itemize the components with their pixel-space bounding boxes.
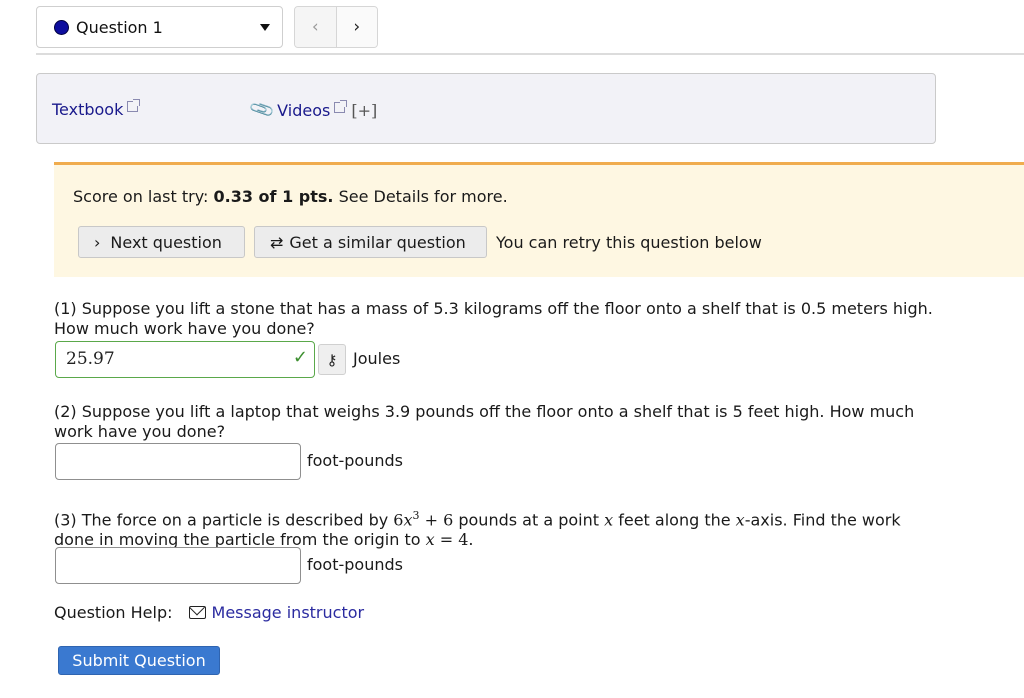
question-2-unit: foot-pounds <box>307 451 403 470</box>
score-text: Score on last try: 0.33 of 1 pts. See De… <box>73 187 508 206</box>
external-link-icon <box>334 99 348 113</box>
question-3-text: (3) The force on a particle is described… <box>54 506 934 550</box>
question-help: Question Help: Message instructor <box>54 603 364 622</box>
score-suffix: See Details for more. <box>333 187 508 206</box>
next-question-button[interactable]: › Next question <box>78 226 245 258</box>
resources-panel: Textbook 📎 Videos [+] <box>36 73 936 144</box>
question-3-answer-input[interactable] <box>55 547 301 584</box>
refresh-icon: ⇄ <box>270 232 284 252</box>
submit-question-button[interactable]: Submit Question <box>58 646 220 675</box>
paperclip-icon: 📎 <box>248 96 277 124</box>
checkmark-icon: ✓ <box>292 347 308 368</box>
next-question-arrow-button[interactable]: › <box>336 7 377 47</box>
q3-var-axis: x <box>735 510 745 530</box>
chevron-right-icon: › <box>353 17 361 37</box>
q3-expr-rest: + 6 <box>419 510 454 530</box>
textbook-link[interactable]: Textbook <box>52 99 141 119</box>
external-link-icon <box>127 99 141 112</box>
question-select[interactable]: Question 1 <box>36 6 283 48</box>
question-select-label: Question 1 <box>76 17 163 37</box>
q3-expr-coef: 6 <box>393 510 404 530</box>
next-question-label: Next question <box>110 232 222 252</box>
q3-var-eq: x <box>425 530 435 550</box>
question-3-unit: foot-pounds <box>307 555 403 574</box>
q3-eq: = 4. <box>434 530 474 550</box>
score-prefix: Score on last try: <box>73 187 214 206</box>
q3-text-c: feet along the <box>613 510 736 530</box>
q3-text-b: pounds at a point <box>453 510 605 530</box>
chevron-left-icon: ‹ <box>311 17 319 37</box>
question-1-answer-input[interactable]: 25.97 ✓ <box>55 341 315 378</box>
answer-value: 25.97 <box>66 349 115 369</box>
key-icon: ⚷ <box>326 350 338 369</box>
q3-expr-var: x <box>403 510 413 530</box>
retry-message: You can retry this question below <box>496 233 762 252</box>
previous-question-button[interactable]: ‹ <box>295 7 337 47</box>
score-panel: Score on last try: 0.33 of 1 pts. See De… <box>54 162 1024 277</box>
chevron-right-icon: › <box>94 232 101 252</box>
question-2-text: (2) Suppose you lift a laptop that weigh… <box>54 402 915 441</box>
question-1-unit: Joules <box>353 349 401 368</box>
score-value: 0.33 of 1 pts. <box>213 187 334 206</box>
expand-videos-link[interactable]: [+] <box>351 101 377 120</box>
question-2-answer-input[interactable] <box>55 443 301 480</box>
answer-key-button[interactable]: ⚷ <box>318 344 346 375</box>
question-nav: ‹ › <box>294 6 378 48</box>
message-instructor-link[interactable]: Message instructor <box>212 603 365 622</box>
similar-question-label: Get a similar question <box>289 232 466 252</box>
mail-icon <box>188 606 206 619</box>
videos-link-group: 📎 Videos [+] <box>248 96 377 124</box>
similar-question-button[interactable]: ⇄ Get a similar question <box>254 226 487 258</box>
textbook-label: Textbook <box>52 100 124 119</box>
divider <box>36 53 1024 55</box>
question-help-label: Question Help: <box>54 603 173 622</box>
caret-down-icon <box>260 24 270 31</box>
videos-link[interactable]: Videos <box>277 101 330 120</box>
q3-text-a: (3) The force on a particle is described… <box>54 510 394 530</box>
question-1-text: (1) Suppose you lift a stone that has a … <box>54 299 933 338</box>
q3-expr-exp: 3 <box>412 509 420 522</box>
question-status-dot <box>54 19 69 35</box>
q3-var: x <box>604 510 614 530</box>
